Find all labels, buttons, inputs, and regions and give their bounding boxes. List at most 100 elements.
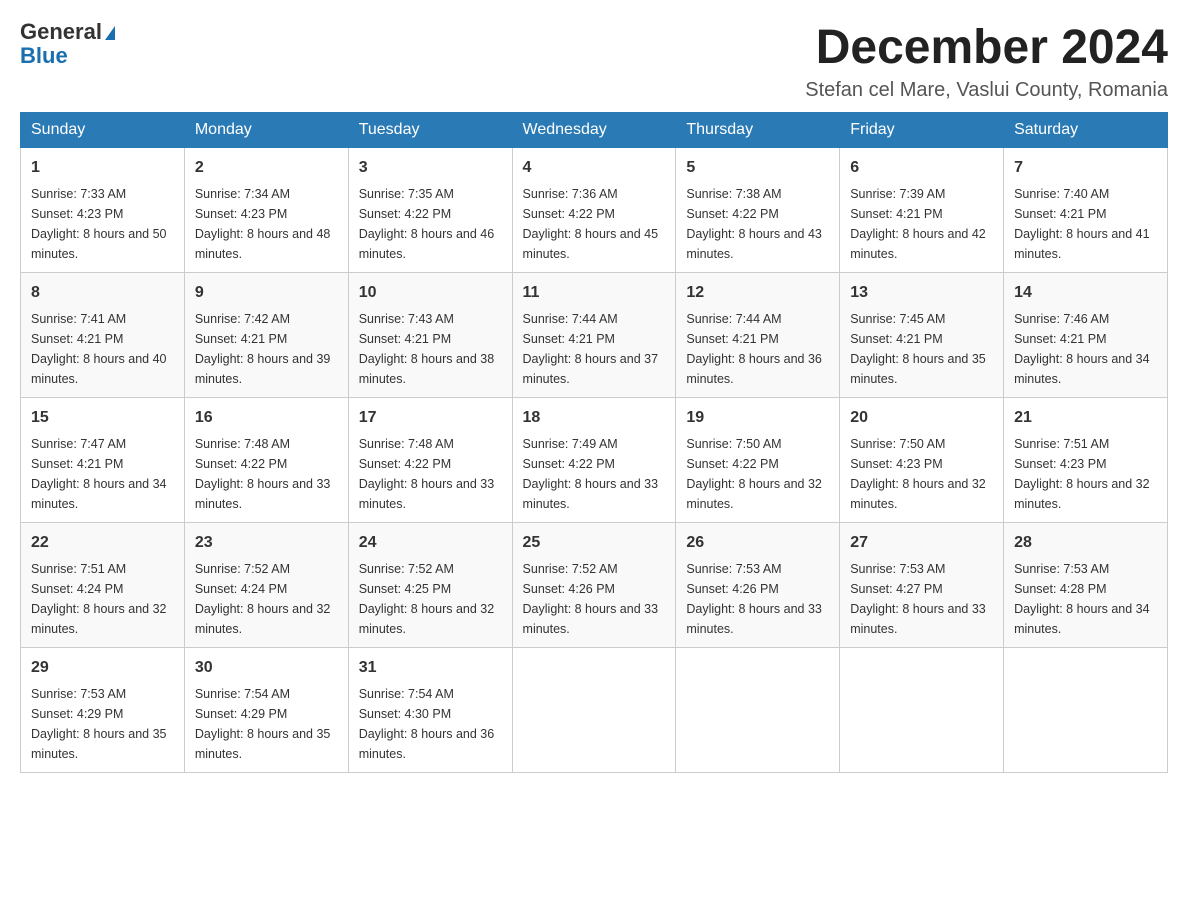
day-number: 6 xyxy=(850,156,993,180)
week-row-3: 15 Sunrise: 7:47 AM Sunset: 4:21 PM Dayl… xyxy=(21,398,1168,523)
month-year-title: December 2024 xyxy=(805,20,1168,75)
day-number: 2 xyxy=(195,156,338,180)
day-number: 14 xyxy=(1014,281,1157,305)
day-info: Sunrise: 7:35 AM Sunset: 4:22 PM Dayligh… xyxy=(359,184,502,264)
day-number: 27 xyxy=(850,531,993,555)
col-friday: Friday xyxy=(840,113,1004,148)
day-number: 30 xyxy=(195,656,338,680)
calendar-cell: 31 Sunrise: 7:54 AM Sunset: 4:30 PM Dayl… xyxy=(348,648,512,773)
calendar-cell: 27 Sunrise: 7:53 AM Sunset: 4:27 PM Dayl… xyxy=(840,523,1004,648)
logo-blue-text: Blue xyxy=(20,44,115,68)
day-number: 13 xyxy=(850,281,993,305)
calendar-cell: 3 Sunrise: 7:35 AM Sunset: 4:22 PM Dayli… xyxy=(348,148,512,273)
day-info: Sunrise: 7:47 AM Sunset: 4:21 PM Dayligh… xyxy=(31,434,174,514)
day-info: Sunrise: 7:40 AM Sunset: 4:21 PM Dayligh… xyxy=(1014,184,1157,264)
col-tuesday: Tuesday xyxy=(348,113,512,148)
logo-general-text: General xyxy=(20,20,115,44)
calendar-cell xyxy=(676,648,840,773)
logo: General Blue xyxy=(20,20,115,68)
day-number: 23 xyxy=(195,531,338,555)
day-info: Sunrise: 7:50 AM Sunset: 4:22 PM Dayligh… xyxy=(686,434,829,514)
day-info: Sunrise: 7:43 AM Sunset: 4:21 PM Dayligh… xyxy=(359,309,502,389)
day-info: Sunrise: 7:38 AM Sunset: 4:22 PM Dayligh… xyxy=(686,184,829,264)
col-monday: Monday xyxy=(184,113,348,148)
col-wednesday: Wednesday xyxy=(512,113,676,148)
calendar-cell: 4 Sunrise: 7:36 AM Sunset: 4:22 PM Dayli… xyxy=(512,148,676,273)
day-number: 26 xyxy=(686,531,829,555)
calendar-cell: 20 Sunrise: 7:50 AM Sunset: 4:23 PM Dayl… xyxy=(840,398,1004,523)
calendar-cell: 24 Sunrise: 7:52 AM Sunset: 4:25 PM Dayl… xyxy=(348,523,512,648)
calendar-table: Sunday Monday Tuesday Wednesday Thursday… xyxy=(20,112,1168,773)
calendar-cell: 21 Sunrise: 7:51 AM Sunset: 4:23 PM Dayl… xyxy=(1004,398,1168,523)
day-info: Sunrise: 7:52 AM Sunset: 4:25 PM Dayligh… xyxy=(359,559,502,639)
day-number: 10 xyxy=(359,281,502,305)
day-info: Sunrise: 7:54 AM Sunset: 4:29 PM Dayligh… xyxy=(195,684,338,764)
calendar-cell: 26 Sunrise: 7:53 AM Sunset: 4:26 PM Dayl… xyxy=(676,523,840,648)
day-number: 20 xyxy=(850,406,993,430)
calendar-cell: 29 Sunrise: 7:53 AM Sunset: 4:29 PM Dayl… xyxy=(21,648,185,773)
day-info: Sunrise: 7:48 AM Sunset: 4:22 PM Dayligh… xyxy=(195,434,338,514)
calendar-cell: 28 Sunrise: 7:53 AM Sunset: 4:28 PM Dayl… xyxy=(1004,523,1168,648)
calendar-cell: 14 Sunrise: 7:46 AM Sunset: 4:21 PM Dayl… xyxy=(1004,273,1168,398)
day-info: Sunrise: 7:52 AM Sunset: 4:26 PM Dayligh… xyxy=(523,559,666,639)
day-number: 28 xyxy=(1014,531,1157,555)
day-number: 3 xyxy=(359,156,502,180)
day-info: Sunrise: 7:51 AM Sunset: 4:24 PM Dayligh… xyxy=(31,559,174,639)
col-sunday: Sunday xyxy=(21,113,185,148)
calendar-cell: 10 Sunrise: 7:43 AM Sunset: 4:21 PM Dayl… xyxy=(348,273,512,398)
day-number: 18 xyxy=(523,406,666,430)
calendar-cell: 23 Sunrise: 7:52 AM Sunset: 4:24 PM Dayl… xyxy=(184,523,348,648)
calendar-cell: 16 Sunrise: 7:48 AM Sunset: 4:22 PM Dayl… xyxy=(184,398,348,523)
calendar-cell: 30 Sunrise: 7:54 AM Sunset: 4:29 PM Dayl… xyxy=(184,648,348,773)
day-info: Sunrise: 7:36 AM Sunset: 4:22 PM Dayligh… xyxy=(523,184,666,264)
day-number: 21 xyxy=(1014,406,1157,430)
day-info: Sunrise: 7:50 AM Sunset: 4:23 PM Dayligh… xyxy=(850,434,993,514)
calendar-cell xyxy=(840,648,1004,773)
day-info: Sunrise: 7:53 AM Sunset: 4:27 PM Dayligh… xyxy=(850,559,993,639)
calendar-cell: 9 Sunrise: 7:42 AM Sunset: 4:21 PM Dayli… xyxy=(184,273,348,398)
calendar-cell: 25 Sunrise: 7:52 AM Sunset: 4:26 PM Dayl… xyxy=(512,523,676,648)
logo-triangle-icon xyxy=(105,26,115,40)
calendar-cell: 17 Sunrise: 7:48 AM Sunset: 4:22 PM Dayl… xyxy=(348,398,512,523)
calendar-cell: 1 Sunrise: 7:33 AM Sunset: 4:23 PM Dayli… xyxy=(21,148,185,273)
day-info: Sunrise: 7:51 AM Sunset: 4:23 PM Dayligh… xyxy=(1014,434,1157,514)
day-info: Sunrise: 7:52 AM Sunset: 4:24 PM Dayligh… xyxy=(195,559,338,639)
calendar-cell xyxy=(1004,648,1168,773)
calendar-cell: 2 Sunrise: 7:34 AM Sunset: 4:23 PM Dayli… xyxy=(184,148,348,273)
day-number: 16 xyxy=(195,406,338,430)
day-number: 1 xyxy=(31,156,174,180)
title-block: December 2024 Stefan cel Mare, Vaslui Co… xyxy=(805,20,1168,102)
day-number: 11 xyxy=(523,281,666,305)
col-thursday: Thursday xyxy=(676,113,840,148)
calendar-cell: 12 Sunrise: 7:44 AM Sunset: 4:21 PM Dayl… xyxy=(676,273,840,398)
day-number: 17 xyxy=(359,406,502,430)
day-info: Sunrise: 7:53 AM Sunset: 4:29 PM Dayligh… xyxy=(31,684,174,764)
day-info: Sunrise: 7:46 AM Sunset: 4:21 PM Dayligh… xyxy=(1014,309,1157,389)
day-number: 22 xyxy=(31,531,174,555)
day-number: 5 xyxy=(686,156,829,180)
day-info: Sunrise: 7:34 AM Sunset: 4:23 PM Dayligh… xyxy=(195,184,338,264)
week-row-5: 29 Sunrise: 7:53 AM Sunset: 4:29 PM Dayl… xyxy=(21,648,1168,773)
week-row-1: 1 Sunrise: 7:33 AM Sunset: 4:23 PM Dayli… xyxy=(21,148,1168,273)
calendar-cell: 13 Sunrise: 7:45 AM Sunset: 4:21 PM Dayl… xyxy=(840,273,1004,398)
day-number: 15 xyxy=(31,406,174,430)
calendar-cell: 7 Sunrise: 7:40 AM Sunset: 4:21 PM Dayli… xyxy=(1004,148,1168,273)
calendar-header-row: Sunday Monday Tuesday Wednesday Thursday… xyxy=(21,113,1168,148)
day-number: 24 xyxy=(359,531,502,555)
calendar-cell: 15 Sunrise: 7:47 AM Sunset: 4:21 PM Dayl… xyxy=(21,398,185,523)
day-info: Sunrise: 7:41 AM Sunset: 4:21 PM Dayligh… xyxy=(31,309,174,389)
location-subtitle: Stefan cel Mare, Vaslui County, Romania xyxy=(805,79,1168,102)
day-number: 12 xyxy=(686,281,829,305)
day-number: 29 xyxy=(31,656,174,680)
day-number: 7 xyxy=(1014,156,1157,180)
day-info: Sunrise: 7:33 AM Sunset: 4:23 PM Dayligh… xyxy=(31,184,174,264)
day-number: 19 xyxy=(686,406,829,430)
day-info: Sunrise: 7:44 AM Sunset: 4:21 PM Dayligh… xyxy=(523,309,666,389)
calendar-cell: 11 Sunrise: 7:44 AM Sunset: 4:21 PM Dayl… xyxy=(512,273,676,398)
day-info: Sunrise: 7:54 AM Sunset: 4:30 PM Dayligh… xyxy=(359,684,502,764)
day-info: Sunrise: 7:42 AM Sunset: 4:21 PM Dayligh… xyxy=(195,309,338,389)
week-row-2: 8 Sunrise: 7:41 AM Sunset: 4:21 PM Dayli… xyxy=(21,273,1168,398)
calendar-cell: 18 Sunrise: 7:49 AM Sunset: 4:22 PM Dayl… xyxy=(512,398,676,523)
day-info: Sunrise: 7:45 AM Sunset: 4:21 PM Dayligh… xyxy=(850,309,993,389)
calendar-cell xyxy=(512,648,676,773)
